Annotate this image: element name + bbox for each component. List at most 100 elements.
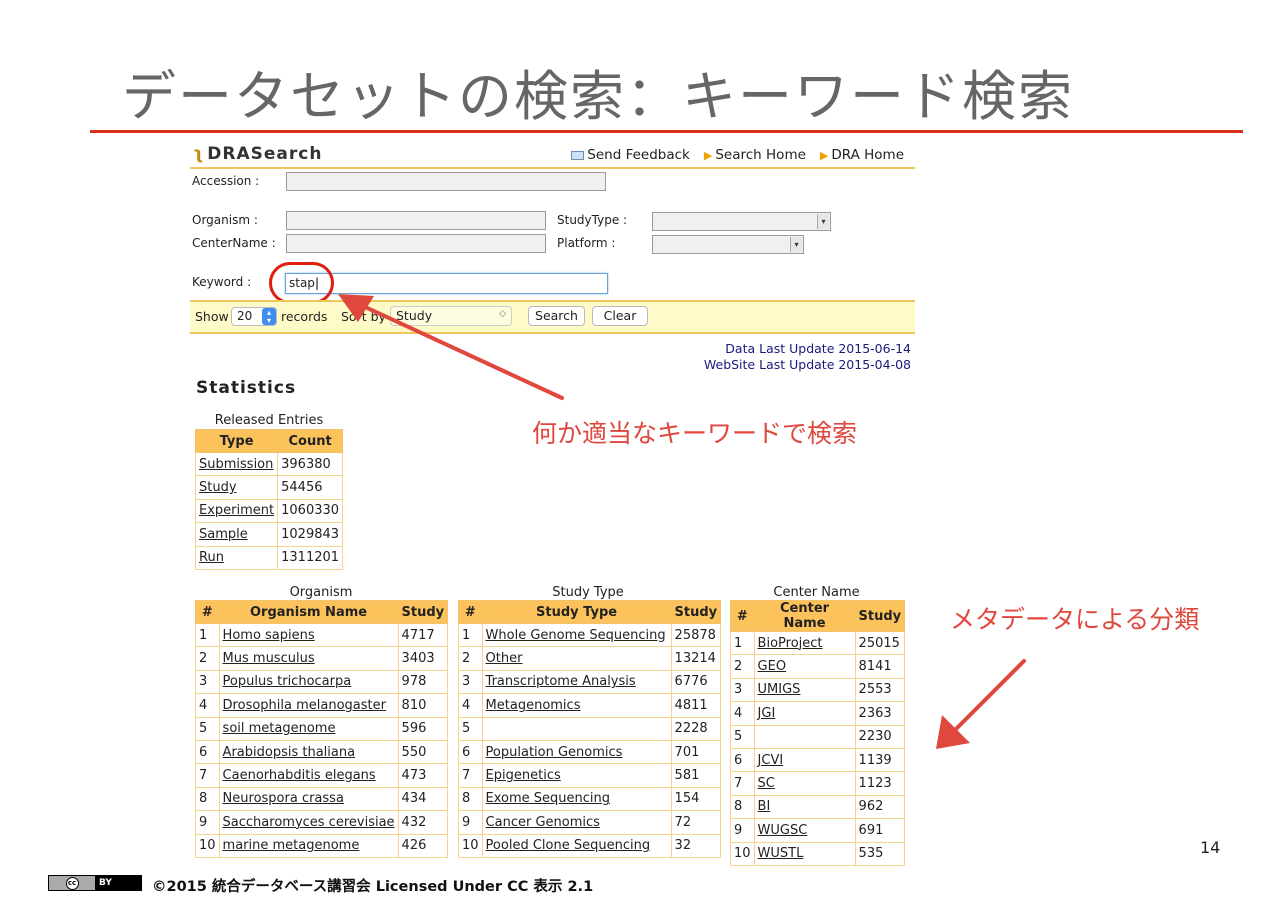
send-feedback-label: Send Feedback xyxy=(587,147,690,163)
studytype-select[interactable]: ▾ xyxy=(652,212,831,231)
table-cell: 1 xyxy=(458,622,483,648)
table-row: 8 Neurospora crassa 434 xyxy=(195,786,449,812)
table-link[interactable]: Caenorhabditis elegans xyxy=(223,768,376,783)
table-link[interactable]: Other xyxy=(486,651,523,666)
website-last-update: WebSite Last Update 2015-04-08 xyxy=(703,357,911,372)
table-cell: Whole Genome Sequencing xyxy=(481,622,672,648)
table-cell: 2230 xyxy=(854,724,906,749)
table-link[interactable]: Neurospora crassa xyxy=(223,791,344,806)
table-link[interactable]: Saccharomyces cerevisiae xyxy=(223,815,395,830)
centername-input[interactable] xyxy=(286,234,546,253)
table-row: 2 Other 13214 xyxy=(458,646,722,671)
table-cell: 8141 xyxy=(854,654,906,679)
table-link[interactable]: marine metagenome xyxy=(223,838,360,853)
table-link[interactable]: Pooled Clone Sequencing xyxy=(486,838,651,853)
data-last-update: Data Last Update 2015-06-14 xyxy=(725,341,911,356)
clear-button[interactable]: Clear xyxy=(592,306,648,326)
table-cell: 434 xyxy=(397,786,449,812)
table-link[interactable]: Study xyxy=(199,480,237,495)
send-feedback-link[interactable]: Send Feedback xyxy=(571,147,690,163)
table-cell: 1311201 xyxy=(277,545,344,570)
table-link[interactable]: Drosophila melanogaster xyxy=(223,698,386,713)
table-cell: 72 xyxy=(670,810,722,835)
table-cell: 10 xyxy=(458,833,483,858)
table-cell: 9 xyxy=(730,818,755,843)
table-cell: 4 xyxy=(195,693,220,718)
keyword-label: Keyword : xyxy=(192,275,252,289)
table-row: 10 WUSTL 535 xyxy=(730,841,906,866)
dra-home-link[interactable]: ▶ DRA Home xyxy=(820,147,904,163)
table-link[interactable]: soil metagenome xyxy=(223,721,336,736)
table-cell: 596 xyxy=(397,716,449,741)
table-link[interactable]: JCVI xyxy=(758,753,784,768)
table-link[interactable]: Experiment xyxy=(199,503,274,518)
table-row: 8 Exome Sequencing 154 xyxy=(458,786,722,812)
table-link[interactable]: Cancer Genomics xyxy=(486,815,600,830)
keyword-highlight-circle xyxy=(269,262,334,304)
triangle-right-icon: ▶ xyxy=(819,148,829,162)
organism-input[interactable] xyxy=(286,211,546,230)
cc-license-badge: cc BY xyxy=(48,875,142,891)
table-link[interactable]: Transcriptome Analysis xyxy=(486,674,636,689)
table-cell: 8 xyxy=(195,786,220,812)
table-cell: Sample xyxy=(194,522,279,547)
header-divider xyxy=(190,167,915,169)
released-entries-caption: Released Entries xyxy=(214,413,324,428)
table-row: 5 2230 xyxy=(730,724,906,749)
platform-label: Platform : xyxy=(557,236,616,250)
table-link[interactable]: WUGSC xyxy=(758,823,808,838)
table-cell: 432 xyxy=(397,810,449,835)
table-link[interactable]: WUSTL xyxy=(758,846,804,861)
table-cell: 6 xyxy=(730,747,755,773)
table-link[interactable]: GEO xyxy=(758,659,787,674)
table-link[interactable]: BI xyxy=(758,799,771,814)
table-link[interactable]: Mus musculus xyxy=(223,651,315,666)
table-cell: Other xyxy=(481,646,672,671)
table-link[interactable]: UMIGS xyxy=(758,682,801,697)
table-row: Sample 1029843 xyxy=(194,522,344,547)
table-cell: Exome Sequencing xyxy=(481,786,672,812)
mail-icon xyxy=(571,150,585,160)
table-link[interactable]: Homo sapiens xyxy=(223,628,315,643)
table-link[interactable]: SC xyxy=(758,776,775,791)
table-row: Run 1311201 xyxy=(194,545,344,570)
dra-logo[interactable]: ʅ DRASearch xyxy=(193,144,322,164)
table-cell: 25015 xyxy=(854,630,906,656)
table-row: 10 marine metagenome 426 xyxy=(195,833,449,858)
table-row: 3 UMIGS 2553 xyxy=(730,677,906,703)
table-link[interactable]: Arabidopsis thaliana xyxy=(223,745,356,760)
table-link[interactable]: JGI xyxy=(758,706,776,721)
search-home-link[interactable]: ▶ Search Home xyxy=(704,147,806,163)
records-select[interactable]: 20 ▴ ▾ xyxy=(231,307,277,326)
table-link[interactable]: Population Genomics xyxy=(486,745,623,760)
platform-select[interactable]: ▾ xyxy=(652,235,804,254)
table-cell: 1 xyxy=(730,630,755,656)
table-cell: 3 xyxy=(458,669,483,695)
organism-table: # Organism Name Study 1 Homo sapiens 4717 2… xyxy=(195,600,449,858)
table-row: 1 Whole Genome Sequencing 25878 xyxy=(458,622,722,648)
table-link[interactable]: Sample xyxy=(199,527,248,542)
centername-label: CenterName : xyxy=(192,236,276,250)
table-row: 9 Saccharomyces cerevisiae 432 xyxy=(195,810,449,835)
table-cell: 2228 xyxy=(670,716,722,741)
table-link[interactable]: Metagenomics xyxy=(486,698,581,713)
slide-title: データセットの検索：キーワード検索 xyxy=(122,65,1074,128)
table-link[interactable]: Submission xyxy=(199,457,273,472)
table-cell: 2 xyxy=(195,646,220,671)
table-link[interactable]: Populus trichocarpa xyxy=(223,674,352,689)
studytype-table: # Study Type Study 1 Whole Genome Sequenc… xyxy=(458,600,722,858)
table-row: 1 Homo sapiens 4717 xyxy=(195,622,449,648)
table-cell: Pooled Clone Sequencing xyxy=(481,833,672,858)
table-link[interactable]: Whole Genome Sequencing xyxy=(486,628,666,643)
table-link[interactable]: Epigenetics xyxy=(486,768,561,783)
table-link[interactable]: Exome Sequencing xyxy=(486,791,610,806)
table-row: 4 Drosophila melanogaster 810 xyxy=(195,693,449,718)
accession-input[interactable] xyxy=(286,172,606,191)
table-link[interactable]: Run xyxy=(199,550,224,565)
table-cell: 10 xyxy=(730,841,755,866)
table-cell: Transcriptome Analysis xyxy=(481,669,672,695)
table-link[interactable]: BioProject xyxy=(758,636,823,651)
table-cell: 1123 xyxy=(854,771,906,796)
table-cell: 4811 xyxy=(670,693,722,718)
table-cell: Metagenomics xyxy=(481,693,672,718)
